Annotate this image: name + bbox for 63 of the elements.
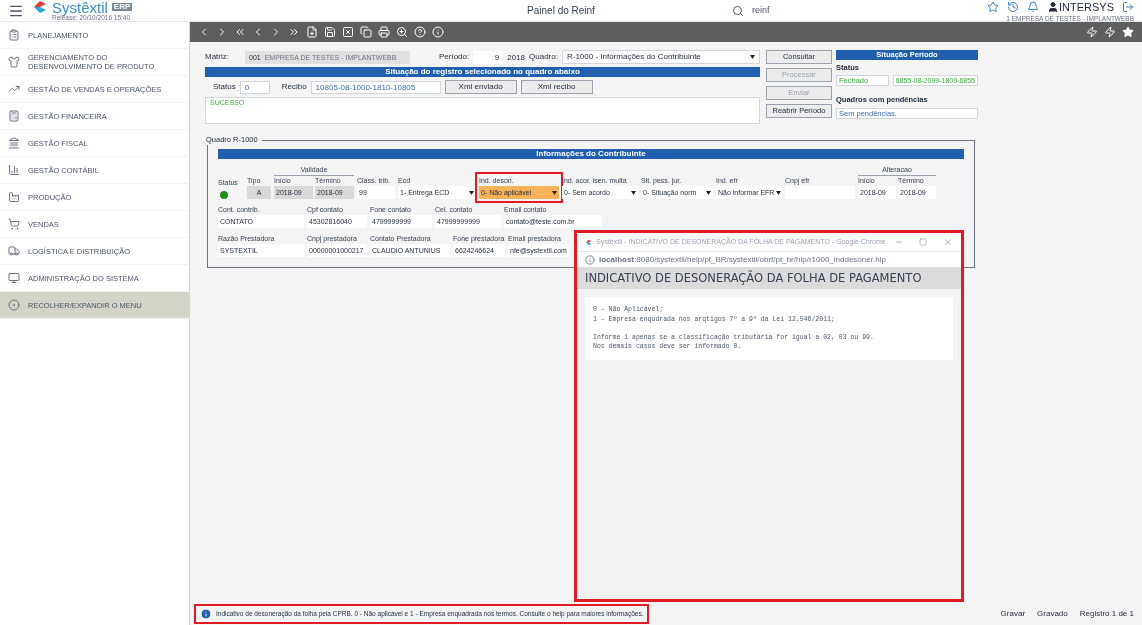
toolbar-icon[interactable] (414, 26, 426, 38)
toolbar-icon[interactable] (396, 26, 408, 38)
caret-icon (776, 190, 782, 195)
module-icon (8, 29, 20, 41)
logout-icon[interactable] (1122, 1, 1134, 14)
section-banner: Situação do registro selecionado no quadro abaixo (205, 67, 760, 77)
field-label: Recibo (281, 81, 307, 93)
search-icon[interactable] (732, 4, 744, 17)
module-icon (8, 137, 20, 149)
logo-text: Systêxtil (52, 0, 108, 15)
logo-icon (585, 237, 593, 247)
status-text: Registro 1 de 1 (1079, 608, 1134, 620)
module-icon (8, 56, 20, 68)
lightning-icon[interactable] (1086, 26, 1098, 38)
caret-icon (552, 190, 557, 195)
field-label: Quadro: (529, 51, 558, 63)
toolbar-icon[interactable] (360, 26, 372, 38)
year-field[interactable]: 2018 (507, 50, 526, 64)
logo-icon (32, 0, 48, 15)
info-icon (585, 254, 595, 265)
user-icon (1047, 1, 1059, 14)
toolbar-icon[interactable] (432, 26, 444, 38)
module-icon (8, 299, 20, 311)
star-icon[interactable] (987, 1, 999, 14)
field-label: Matriz: (205, 51, 230, 63)
module-icon (8, 110, 20, 122)
user-name[interactable]: INTERSYS (1059, 0, 1114, 16)
toolbar-icon[interactable] (342, 26, 354, 38)
lightning-icon[interactable] (1104, 26, 1116, 38)
caret-icon (469, 190, 474, 195)
help-heading: INDICATIVO DE DESONERAÇÃO DA FOLHA DE PAGAMENTO (577, 267, 961, 289)
xml-button[interactable]: Xml recibo (520, 80, 593, 94)
field-label: Período: (439, 51, 470, 63)
search-field[interactable]: reinf (752, 3, 770, 18)
module-icon (8, 164, 20, 176)
module-icon (8, 272, 20, 284)
page-title: Painel do Reinf (527, 4, 595, 18)
field-label: Status (213, 81, 236, 93)
toolbar-icon[interactable] (324, 26, 336, 38)
module-icon (8, 245, 20, 257)
dropdown[interactable]: R-1000 - Informações do Contribuinte (561, 50, 760, 64)
module-icon (8, 83, 20, 95)
toolbar-icon[interactable] (234, 26, 246, 38)
caret-icon (750, 55, 755, 59)
toolbar-icon[interactable] (288, 26, 300, 38)
month-field[interactable]: 9 (473, 50, 504, 64)
section-banner: Informações do Contribuinte (218, 149, 964, 159)
xml-button[interactable]: Xml enviado (444, 80, 517, 94)
receipt-field[interactable]: 10805-08-1000-1810-10805 (310, 80, 441, 94)
bell-icon[interactable] (1027, 1, 1039, 14)
status-field[interactable]: 0 (239, 80, 270, 94)
toolbar-icon[interactable] (378, 26, 390, 38)
erp-badge: ERP (111, 3, 133, 12)
info-icon (200, 608, 212, 620)
caret-icon (631, 190, 636, 195)
history-icon[interactable] (1007, 1, 1019, 14)
module-icon (8, 191, 20, 203)
status-text: Gravar (1000, 608, 1026, 620)
caret-icon (706, 190, 711, 195)
status-text: Gravado (1037, 608, 1068, 620)
module-icon (8, 218, 20, 230)
address-bar[interactable]: localhost:8080/systextil/help/pt_BR/systextil/obrf/pt_br/hlp/r1000_inddesoner.hlp (577, 251, 961, 267)
toolbar-icon[interactable] (306, 26, 318, 38)
